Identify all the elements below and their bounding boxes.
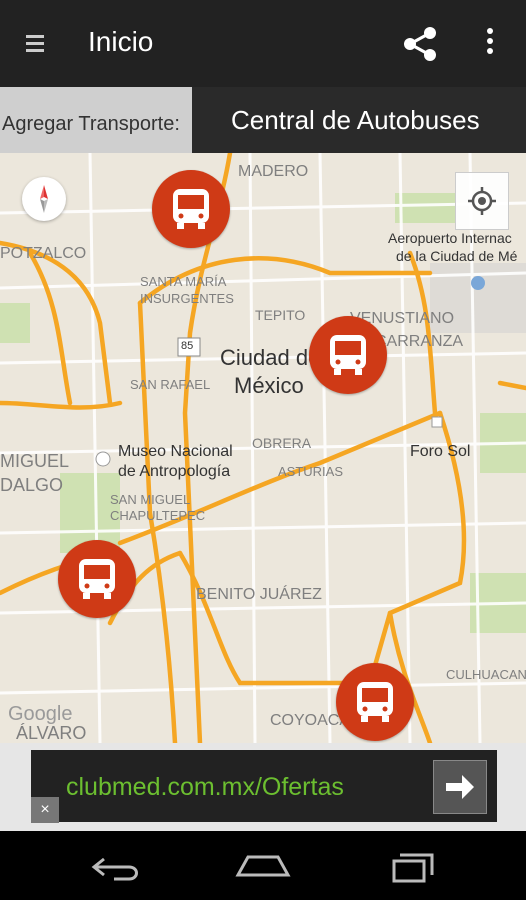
- map-label-san-rafael: SAN RAFAEL: [130, 377, 211, 392]
- transport-select[interactable]: Central de Autobuses: [192, 87, 526, 153]
- system-nav-bar: [0, 831, 526, 900]
- bus-marker[interactable]: [152, 170, 230, 248]
- map-label-benito-juarez: BENITO JUÁREZ: [196, 586, 322, 603]
- map-label-culhuacan: CULHUACAN: [446, 667, 526, 682]
- transport-label: Agregar Transporte:: [2, 113, 180, 135]
- arrow-right-icon: [446, 775, 474, 799]
- map-label-aeropuerto-2: de la Ciudad de Mé: [396, 248, 518, 264]
- menu-icon[interactable]: [26, 35, 44, 53]
- ad-close-button[interactable]: ×: [31, 797, 59, 823]
- map-label-alvaro: ÁLVARO: [16, 723, 87, 743]
- google-logo: Google: [8, 703, 73, 725]
- map-label-insurgentes: INSURGENTES: [140, 291, 234, 306]
- recents-button[interactable]: [382, 847, 452, 887]
- home-icon: [235, 855, 291, 877]
- bus-marker[interactable]: [336, 663, 414, 741]
- ad-go-button[interactable]: [433, 760, 487, 814]
- map-label-carranza: CARRANZA: [375, 333, 464, 350]
- bus-marker[interactable]: [309, 316, 387, 394]
- share-icon[interactable]: [400, 24, 440, 64]
- map-label-potzalco: POTZALCO: [0, 245, 87, 262]
- map-label-miguel: MIGUEL: [0, 451, 70, 471]
- bus-icon: [79, 559, 115, 599]
- map-label-obrera: OBRERA: [252, 435, 312, 451]
- bus-icon: [173, 189, 209, 229]
- overflow-menu-icon[interactable]: [480, 28, 500, 62]
- bus-marker[interactable]: [58, 540, 136, 618]
- map-label-mexico: México: [234, 373, 304, 398]
- map-label-antropologia: de Antropología: [118, 463, 231, 480]
- map-label-foro-sol: Foro Sol: [410, 443, 471, 460]
- page-title: Inicio: [88, 26, 154, 57]
- map-label-dalgo: DALGO: [0, 475, 64, 495]
- home-button[interactable]: [228, 847, 298, 887]
- compass-icon[interactable]: [22, 177, 66, 221]
- map-label-santa-maria: SANTA MARÍA: [140, 274, 227, 289]
- map-label-asturias: ASTURIAS: [278, 464, 344, 479]
- ad-link-text[interactable]: clubmed.com.mx/Ofertas: [66, 773, 344, 802]
- map-label-aeropuerto: Aeropuerto Internac: [388, 230, 512, 246]
- crosshair-icon: [468, 187, 496, 215]
- highway-shield-85: 85: [181, 340, 194, 352]
- map-view[interactable]: MADERO POTZALCO SANTA MARÍA INSURGENTES …: [0, 153, 526, 743]
- map-label-tepito: TEPITO: [255, 307, 306, 323]
- bus-icon: [330, 335, 366, 375]
- app-bar: Inicio: [0, 0, 526, 87]
- map-label-chapultepec: CHAPULTEPEC: [110, 508, 206, 523]
- map-label-ciudad: Ciudad de: [220, 345, 321, 370]
- my-location-button[interactable]: [455, 172, 509, 230]
- recents-icon: [392, 853, 434, 883]
- bus-icon: [357, 682, 393, 722]
- map-label-museo: Museo Nacional: [118, 443, 233, 460]
- back-icon: [91, 857, 138, 881]
- map-label-san-miguel: SAN MIGUEL: [110, 492, 191, 507]
- map-label-madero: MADERO: [238, 163, 309, 180]
- back-button[interactable]: [84, 847, 154, 887]
